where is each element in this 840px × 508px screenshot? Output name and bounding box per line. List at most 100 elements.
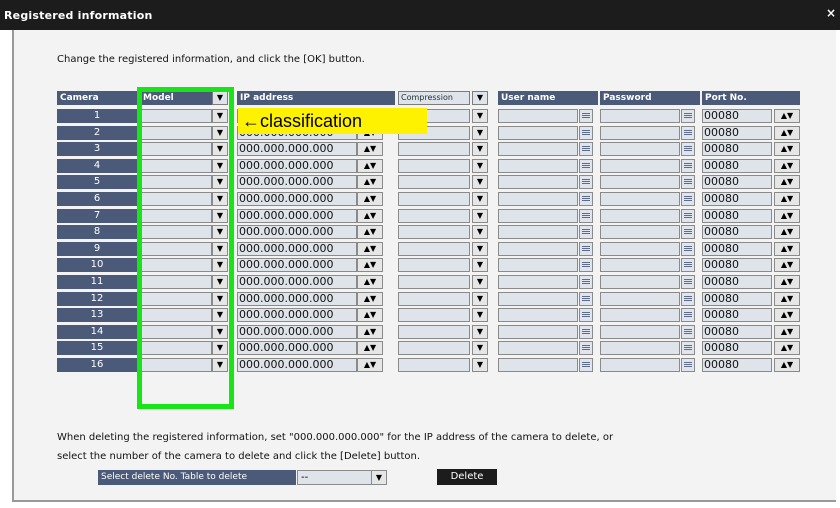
compression-dropdown-icon[interactable]: ▼ [472, 192, 488, 206]
password-input[interactable] [600, 358, 680, 372]
compression-dropdown-icon[interactable]: ▼ [472, 358, 488, 372]
compression-header-select[interactable]: Compression [398, 91, 470, 105]
ip-address-input[interactable]: 000.000.000.000 [237, 275, 357, 289]
password-input[interactable] [600, 325, 680, 339]
ip-spin-icon[interactable]: ▲▼ [357, 358, 383, 372]
password-keyboard-icon[interactable] [681, 258, 695, 272]
user-name-keyboard-icon[interactable] [579, 109, 593, 123]
ip-spin-icon[interactable]: ▲▼ [357, 209, 383, 223]
ip-spin-icon[interactable]: ▲▼ [357, 325, 383, 339]
port-input[interactable]: 00080 [702, 175, 772, 189]
port-input[interactable]: 00080 [702, 258, 772, 272]
password-keyboard-icon[interactable] [681, 358, 695, 372]
password-input[interactable] [600, 109, 680, 123]
password-keyboard-icon[interactable] [681, 192, 695, 206]
user-name-input[interactable] [498, 126, 578, 140]
ip-address-input[interactable]: 000.000.000.000 [237, 258, 357, 272]
ip-spin-icon[interactable]: ▲▼ [357, 242, 383, 256]
user-name-input[interactable] [498, 275, 578, 289]
compression-dropdown-icon[interactable]: ▼ [472, 325, 488, 339]
password-keyboard-icon[interactable] [681, 242, 695, 256]
ip-spin-icon[interactable]: ▲▼ [357, 175, 383, 189]
user-name-input[interactable] [498, 209, 578, 223]
password-input[interactable] [600, 341, 680, 355]
port-spin-icon[interactable]: ▲▼ [774, 358, 800, 372]
compression-dropdown-icon[interactable]: ▼ [472, 142, 488, 156]
password-keyboard-icon[interactable] [681, 126, 695, 140]
compression-select[interactable] [398, 308, 470, 322]
password-input[interactable] [600, 242, 680, 256]
port-spin-icon[interactable]: ▲▼ [774, 225, 800, 239]
port-input[interactable]: 00080 [702, 225, 772, 239]
password-input[interactable] [600, 275, 680, 289]
compression-dropdown-icon[interactable]: ▼ [472, 242, 488, 256]
password-input[interactable] [600, 225, 680, 239]
password-keyboard-icon[interactable] [681, 225, 695, 239]
port-spin-icon[interactable]: ▲▼ [774, 325, 800, 339]
ip-spin-icon[interactable]: ▲▼ [357, 192, 383, 206]
port-input[interactable]: 00080 [702, 275, 772, 289]
delete-select-dropdown-icon[interactable]: ▼ [371, 470, 387, 485]
password-keyboard-icon[interactable] [681, 325, 695, 339]
password-input[interactable] [600, 159, 680, 173]
user-name-keyboard-icon[interactable] [579, 175, 593, 189]
ip-address-input[interactable]: 000.000.000.000 [237, 242, 357, 256]
ip-spin-icon[interactable]: ▲▼ [357, 225, 383, 239]
port-spin-icon[interactable]: ▲▼ [774, 159, 800, 173]
port-input[interactable]: 00080 [702, 308, 772, 322]
user-name-input[interactable] [498, 325, 578, 339]
port-spin-icon[interactable]: ▲▼ [774, 209, 800, 223]
password-input[interactable] [600, 292, 680, 306]
password-input[interactable] [600, 142, 680, 156]
close-icon[interactable]: × [826, 6, 840, 22]
password-keyboard-icon[interactable] [681, 209, 695, 223]
compression-dropdown-icon[interactable]: ▼ [472, 341, 488, 355]
port-spin-icon[interactable]: ▲▼ [774, 126, 800, 140]
user-name-input[interactable] [498, 358, 578, 372]
password-keyboard-icon[interactable] [681, 341, 695, 355]
user-name-input[interactable] [498, 292, 578, 306]
compression-select[interactable] [398, 292, 470, 306]
user-name-keyboard-icon[interactable] [579, 209, 593, 223]
user-name-input[interactable] [498, 341, 578, 355]
compression-dropdown-icon[interactable]: ▼ [472, 225, 488, 239]
compression-dropdown-icon[interactable]: ▼ [472, 126, 488, 140]
ip-address-input[interactable]: 000.000.000.000 [237, 292, 357, 306]
compression-select[interactable] [398, 325, 470, 339]
user-name-keyboard-icon[interactable] [579, 358, 593, 372]
port-input[interactable]: 00080 [702, 242, 772, 256]
user-name-keyboard-icon[interactable] [579, 159, 593, 173]
port-input[interactable]: 00080 [702, 192, 772, 206]
compression-header-dropdown-icon[interactable]: ▼ [472, 91, 488, 105]
port-input[interactable]: 00080 [702, 325, 772, 339]
ip-address-input[interactable]: 000.000.000.000 [237, 175, 357, 189]
compression-select[interactable] [398, 258, 470, 272]
port-spin-icon[interactable]: ▲▼ [774, 242, 800, 256]
password-keyboard-icon[interactable] [681, 308, 695, 322]
compression-select[interactable] [398, 209, 470, 223]
user-name-keyboard-icon[interactable] [579, 341, 593, 355]
compression-select[interactable] [398, 242, 470, 256]
password-keyboard-icon[interactable] [681, 159, 695, 173]
ip-address-input[interactable]: 000.000.000.000 [237, 341, 357, 355]
user-name-keyboard-icon[interactable] [579, 225, 593, 239]
user-name-input[interactable] [498, 109, 578, 123]
ip-address-input[interactable]: 000.000.000.000 [237, 225, 357, 239]
compression-dropdown-icon[interactable]: ▼ [472, 209, 488, 223]
compression-select[interactable] [398, 175, 470, 189]
port-input[interactable]: 00080 [702, 126, 772, 140]
ip-spin-icon[interactable]: ▲▼ [357, 142, 383, 156]
password-keyboard-icon[interactable] [681, 142, 695, 156]
password-input[interactable] [600, 192, 680, 206]
password-input[interactable] [600, 209, 680, 223]
user-name-keyboard-icon[interactable] [579, 275, 593, 289]
port-spin-icon[interactable]: ▲▼ [774, 258, 800, 272]
user-name-keyboard-icon[interactable] [579, 126, 593, 140]
user-name-keyboard-icon[interactable] [579, 242, 593, 256]
ip-spin-icon[interactable]: ▲▼ [357, 308, 383, 322]
ip-spin-icon[interactable]: ▲▼ [357, 159, 383, 173]
compression-select[interactable] [398, 358, 470, 372]
user-name-input[interactable] [498, 192, 578, 206]
port-spin-icon[interactable]: ▲▼ [774, 142, 800, 156]
port-input[interactable]: 00080 [702, 159, 772, 173]
